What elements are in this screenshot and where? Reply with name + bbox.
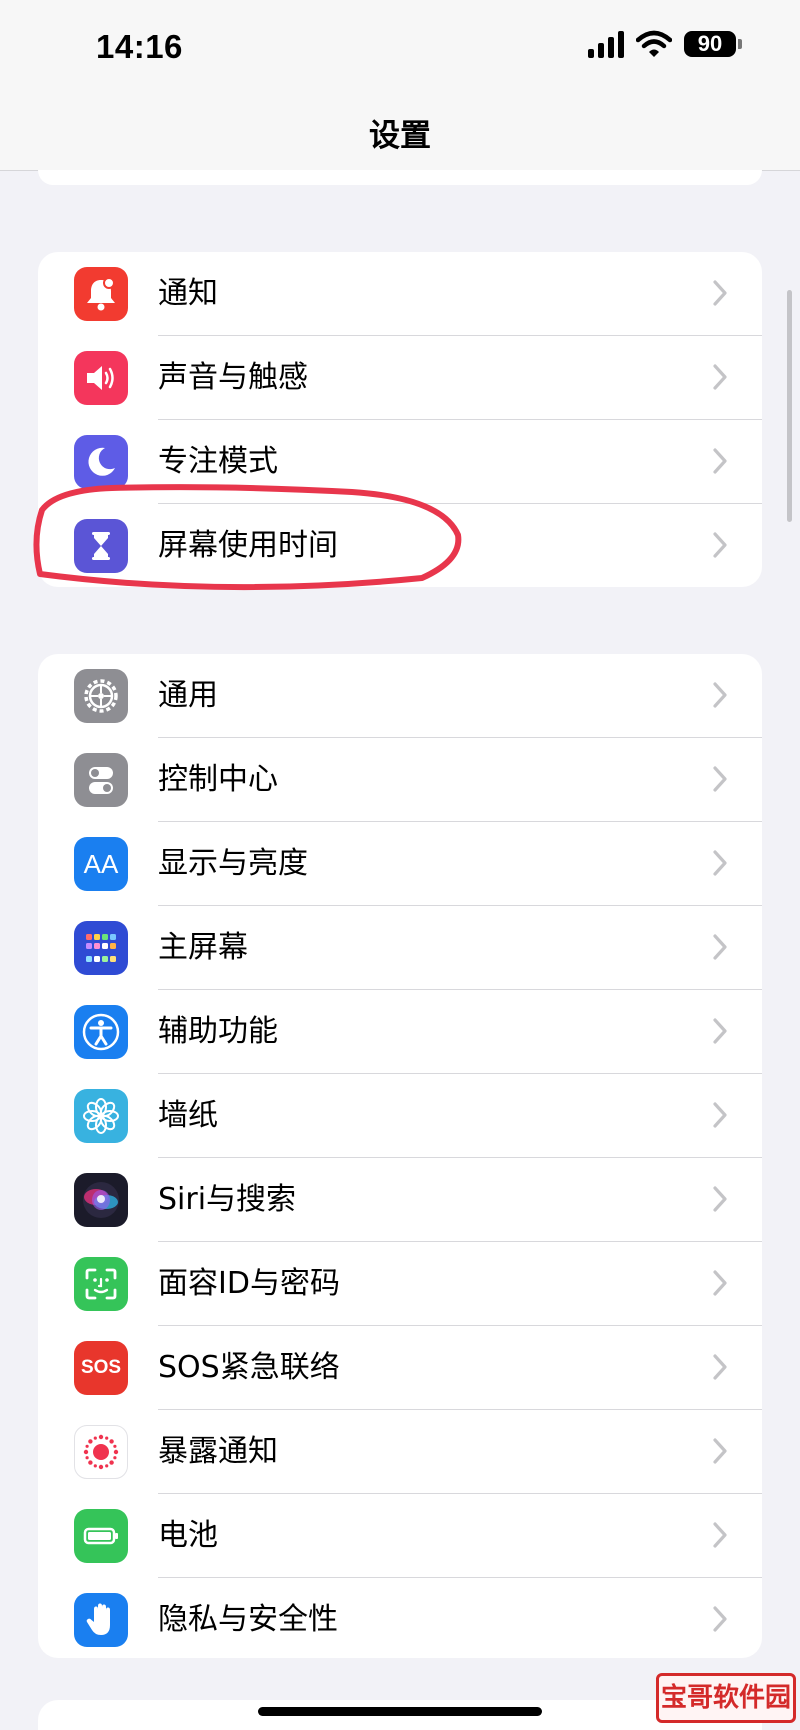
status-time: 14:16 [96, 28, 183, 65]
row-label: 面容ID与密码 [158, 1266, 340, 1301]
chevron-right-icon [713, 1354, 727, 1380]
settings-row-battery[interactable]: 电池 [38, 1494, 762, 1578]
settings-group-general: 通用 控制中心 AA 显示与亮度 主屏幕 辅助功能 墙纸 Siri与搜索 面容I… [38, 654, 762, 1658]
wifi-icon [636, 30, 672, 57]
chevron-right-icon [713, 448, 727, 474]
siri-icon [74, 1173, 128, 1227]
settings-row-home-screen[interactable]: 主屏幕 [38, 906, 762, 990]
text-size-icon: AA [74, 837, 128, 891]
row-label: Siri与搜索 [158, 1182, 297, 1217]
settings-row-face-id[interactable]: 面容ID与密码 [38, 1242, 762, 1326]
settings-row-control-center[interactable]: 控制中心 [38, 738, 762, 822]
settings-row-emergency-sos[interactable]: SOS SOS紧急联络 [38, 1326, 762, 1410]
chevron-right-icon [713, 1018, 727, 1044]
row-label: 暴露通知 [158, 1434, 278, 1469]
chevron-right-icon [713, 532, 727, 558]
row-label: 通用 [158, 678, 218, 713]
row-label: 专注模式 [158, 444, 278, 479]
chevron-right-icon [713, 682, 727, 708]
settings-row-general[interactable]: 通用 [38, 654, 762, 738]
row-label: SOS紧急联络 [158, 1350, 340, 1385]
row-label: 辅助功能 [158, 1014, 278, 1049]
settings-row-siri[interactable]: Siri与搜索 [38, 1158, 762, 1242]
chevron-right-icon [713, 1522, 727, 1548]
row-label: 屏幕使用时间 [158, 528, 338, 563]
chevron-right-icon [713, 1438, 727, 1464]
settings-row-wallpaper[interactable]: 墙纸 [38, 1074, 762, 1158]
sos-icon: SOS [74, 1341, 128, 1395]
chevron-right-icon [713, 280, 727, 306]
row-label: 隐私与安全性 [158, 1602, 338, 1637]
row-label: 显示与亮度 [158, 846, 308, 881]
speaker-icon [74, 351, 128, 405]
chevron-right-icon [713, 1606, 727, 1632]
bell-icon [74, 267, 128, 321]
home-grid-icon [74, 921, 128, 975]
chevron-right-icon [713, 364, 727, 390]
cellular-signal-icon [588, 30, 624, 58]
scroll-indicator[interactable] [787, 290, 792, 522]
flower-icon [74, 1089, 128, 1143]
face-id-icon [74, 1257, 128, 1311]
settings-row-privacy[interactable]: 隐私与安全性 [38, 1578, 762, 1658]
chevron-right-icon [713, 1270, 727, 1296]
settings-row-display[interactable]: AA 显示与亮度 [38, 822, 762, 906]
accessibility-icon [74, 1005, 128, 1059]
row-label: 通知 [158, 276, 218, 311]
watermark: 宝哥软件园 [656, 1673, 796, 1723]
battery-indicator: 90 [684, 31, 742, 57]
chevron-right-icon [713, 1186, 727, 1212]
hourglass-icon [74, 519, 128, 573]
settings-row-accessibility[interactable]: 辅助功能 [38, 990, 762, 1074]
battery-level: 90 [684, 31, 736, 57]
chevron-right-icon [713, 850, 727, 876]
chevron-right-icon [713, 1102, 727, 1128]
row-label: 墙纸 [158, 1098, 218, 1133]
settings-row-focus[interactable]: 专注模式 [38, 420, 762, 504]
navigation-bar: 设置 [0, 100, 800, 171]
settings-row-screen-time[interactable]: 屏幕使用时间 [38, 504, 762, 587]
settings-row-exposure[interactable]: 暴露通知 [38, 1410, 762, 1494]
battery-icon [74, 1509, 128, 1563]
home-indicator [258, 1707, 542, 1716]
settings-row-notifications[interactable]: 通知 [38, 252, 762, 336]
moon-icon [74, 435, 128, 489]
row-label: 控制中心 [158, 762, 278, 797]
exposure-icon [74, 1425, 128, 1479]
hand-icon [74, 1593, 128, 1647]
chevron-right-icon [713, 934, 727, 960]
toggles-icon [74, 753, 128, 807]
settings-row-sounds[interactable]: 声音与触感 [38, 336, 762, 420]
row-label: 声音与触感 [158, 360, 308, 395]
page-title: 设置 [369, 118, 431, 154]
status-icons: 90 [588, 30, 742, 58]
previous-group-edge [38, 170, 762, 185]
settings-group-notifications: 通知 声音与触感 专注模式 屏幕使用时间 [38, 252, 762, 587]
row-label: 电池 [158, 1518, 218, 1553]
gear-icon [74, 669, 128, 723]
row-label: 主屏幕 [158, 930, 248, 965]
chevron-right-icon [713, 766, 727, 792]
status-bar: 14:16 90 [0, 0, 800, 100]
